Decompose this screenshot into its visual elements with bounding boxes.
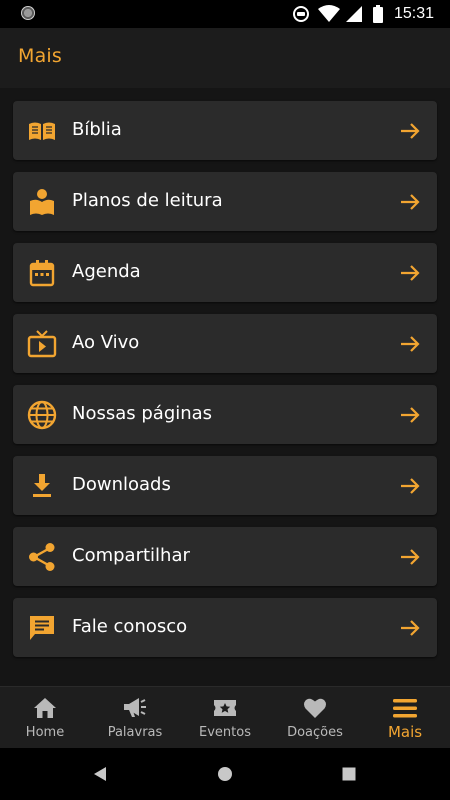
signal-icon xyxy=(345,6,362,22)
menu-item-label: Bíblia xyxy=(72,119,122,140)
reading-plan-icon xyxy=(30,189,54,215)
nav-label: Home xyxy=(25,725,65,740)
arrow-right-icon xyxy=(401,620,420,636)
menu-item-fale-conosco[interactable]: Fale conosco xyxy=(13,598,437,657)
arrow-right-icon xyxy=(401,123,420,139)
globe-icon xyxy=(27,400,57,430)
menu-list: Bíblia Planos de leitura Agenda Ao Vivo … xyxy=(0,88,450,686)
menu-item-planos-de-leitura[interactable]: Planos de leitura xyxy=(13,172,437,231)
ticket-icon xyxy=(214,700,236,716)
nav-item-palavras[interactable]: Palavras xyxy=(90,687,180,749)
share-icon xyxy=(29,543,55,571)
download-icon xyxy=(33,474,51,497)
wifi-icon xyxy=(317,5,340,22)
status-bar: 15:31 xyxy=(0,0,450,28)
arrow-right-icon xyxy=(401,478,420,494)
nav-item-home[interactable]: Home xyxy=(0,687,90,749)
menu-item-label: Downloads xyxy=(72,474,171,495)
book-icon xyxy=(29,122,55,140)
arrow-right-icon xyxy=(401,265,420,281)
data-saver-icon xyxy=(292,6,309,22)
menu-item-label: Compartilhar xyxy=(72,545,190,566)
heart-icon xyxy=(304,698,326,718)
menu-item-label: Nossas páginas xyxy=(72,403,213,424)
nav-item-doacoes[interactable]: Doações xyxy=(270,687,360,749)
home-circle-icon[interactable] xyxy=(213,762,237,786)
menu-item-nossas-paginas[interactable]: Nossas páginas xyxy=(13,385,437,444)
menu-item-label: Agenda xyxy=(72,261,141,282)
nav-label: Eventos xyxy=(199,725,251,740)
recents-icon[interactable] xyxy=(337,762,361,786)
menu-item-label: Ao Vivo xyxy=(72,332,140,353)
nav-label: Doações xyxy=(287,725,343,740)
back-icon[interactable] xyxy=(88,762,112,786)
nav-label: Mais xyxy=(387,723,423,741)
arrow-right-icon xyxy=(401,407,420,423)
bottom-nav: Home Palavras Eventos Doações Mais xyxy=(0,686,450,748)
menu-item-compartilhar[interactable]: Compartilhar xyxy=(13,527,437,586)
arrow-right-icon xyxy=(401,336,420,352)
megaphone-icon xyxy=(124,698,146,717)
home-icon xyxy=(34,698,56,718)
nav-item-eventos[interactable]: Eventos xyxy=(180,687,270,749)
status-time: 15:31 xyxy=(393,5,434,22)
app-bar: Mais xyxy=(0,28,450,88)
page-title: Mais xyxy=(18,45,63,67)
arrow-right-icon xyxy=(401,549,420,565)
live-tv-icon xyxy=(27,330,57,358)
chat-icon xyxy=(30,616,54,640)
menu-item-label: Planos de leitura xyxy=(72,190,223,211)
camera-dot-icon xyxy=(21,6,35,20)
nav-label: Palavras xyxy=(107,725,163,740)
nav-item-mais[interactable]: Mais xyxy=(360,687,450,749)
menu-item-label: Fale conosco xyxy=(72,616,188,637)
menu-item-downloads[interactable]: Downloads xyxy=(13,456,437,515)
menu-item-ao-vivo[interactable]: Ao Vivo xyxy=(13,314,437,373)
arrow-right-icon xyxy=(401,194,420,210)
status-icons: 15:31 xyxy=(292,4,434,24)
calendar-icon xyxy=(29,260,55,287)
battery-icon xyxy=(372,5,383,23)
system-nav-bar xyxy=(0,748,450,800)
menu-item-biblia[interactable]: Bíblia xyxy=(13,101,437,160)
menu-item-agenda[interactable]: Agenda xyxy=(13,243,437,302)
menu-icon xyxy=(393,699,417,718)
